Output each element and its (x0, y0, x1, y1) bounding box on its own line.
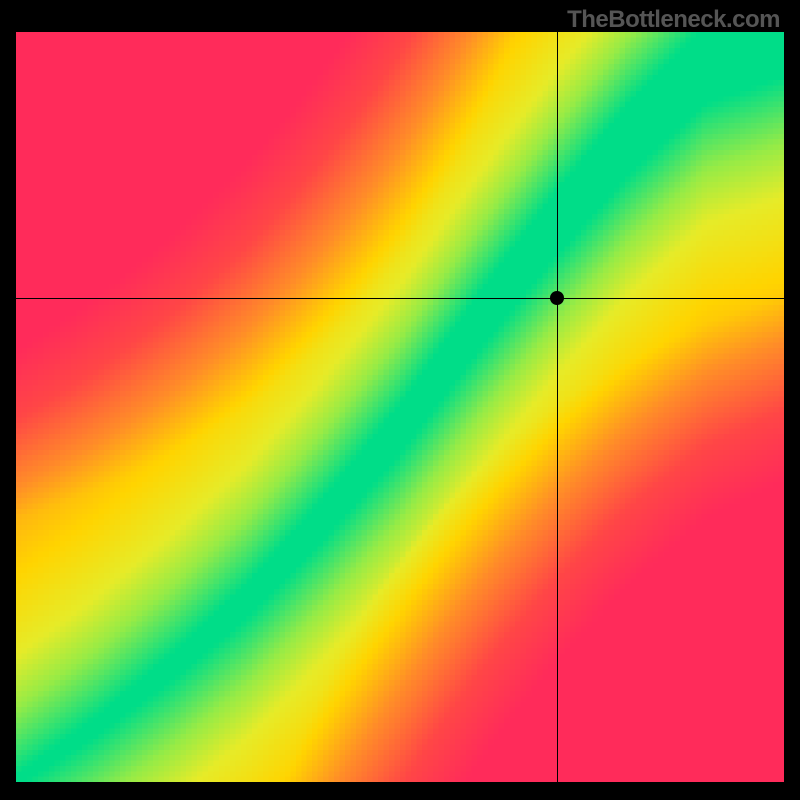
watermark-text: TheBottleneck.com (567, 6, 780, 34)
crosshair-horizontal (16, 298, 784, 299)
crosshair-vertical (557, 32, 558, 782)
heatmap-canvas (16, 32, 784, 782)
crosshair-marker (550, 291, 564, 305)
chart-frame (16, 32, 784, 782)
